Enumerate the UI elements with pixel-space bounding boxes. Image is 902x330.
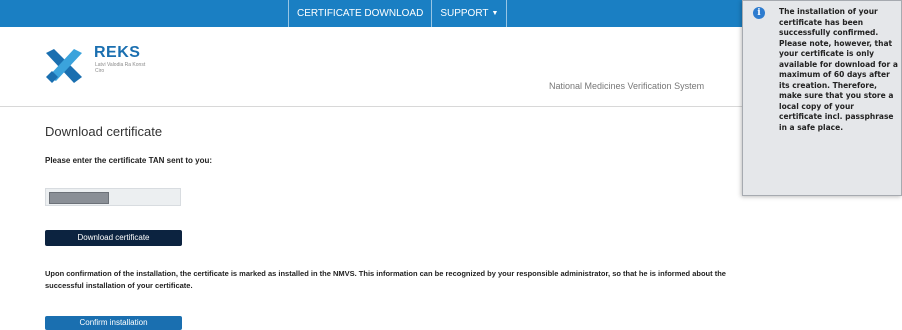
nav-certificate-download[interactable]: CERTIFICATE DOWNLOAD xyxy=(288,0,431,27)
brand-name: REKS xyxy=(94,44,141,61)
tan-masked-value xyxy=(49,192,109,204)
download-certificate-button-label: Download certificate xyxy=(77,233,150,242)
system-name: National Medicines Verification System xyxy=(549,81,705,91)
confirmation-tooltip: i The installation of your certificate h… xyxy=(742,0,902,196)
page-title: Download certificate xyxy=(45,124,163,139)
tooltip-message: The installation of your certificate has… xyxy=(779,7,898,132)
nav-support[interactable]: SUPPORT ▼ xyxy=(431,0,508,27)
caret-down-icon: ▼ xyxy=(491,10,499,17)
confirm-installation-button-label: Confirm installation xyxy=(79,318,148,327)
brand-subtitle: Latvi Valodia Ra Konst Ciro xyxy=(95,62,146,74)
nav-certificate-download-label: CERTIFICATE DOWNLOAD xyxy=(297,8,424,19)
reks-logo-icon xyxy=(46,49,82,83)
tan-prompt-label: Please enter the certificate TAN sent to… xyxy=(45,156,213,165)
tan-input[interactable] xyxy=(45,188,181,206)
nav-support-label: SUPPORT xyxy=(440,8,489,19)
main-nav: CERTIFICATE DOWNLOAD SUPPORT ▼ xyxy=(288,0,508,27)
installation-info-text: Upon confirmation of the installation, t… xyxy=(45,269,726,290)
info-icon: i xyxy=(753,7,765,19)
download-certificate-button[interactable]: Download certificate xyxy=(45,230,182,246)
